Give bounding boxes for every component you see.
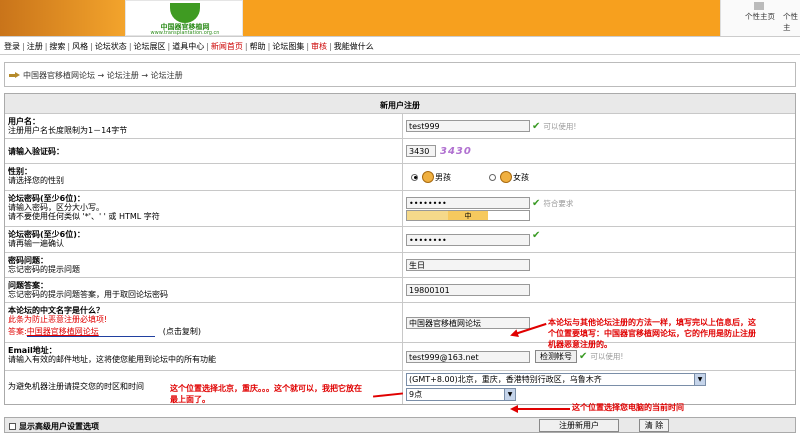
username-hint: 注册用户名长度限制为1－14字节 (8, 126, 128, 135)
email-ok-text: 可以使用! (590, 352, 624, 361)
question-row: 密码问题： 忘记密码的提示问题 生日 (5, 253, 795, 278)
question-hint: 忘记密码的提示问题 (8, 265, 80, 274)
boy-avatar-icon (422, 171, 434, 183)
registration-form: 新用户注册 用户名： 注册用户名长度限制为1－14字节 test999 ✔ 可以使用!… (4, 93, 796, 405)
chevron-down-icon: ▼ (504, 389, 515, 400)
advanced-options-label: 显示高级用户设置选项 (19, 422, 99, 431)
password2-label: 论坛密码(至少6位)： (8, 230, 85, 239)
check-account-button[interactable]: 检测帐号 (535, 350, 577, 363)
username-ok-text: 可以使用! (543, 121, 577, 131)
password2-hint: 请再输一遍确认 (8, 239, 64, 248)
password-row: 论坛密码(至少6位)： 请输入密码，区分大小写。 请不要使用任何类似 '*'、' '… (5, 191, 795, 227)
email-hint: 请输入有效的邮件地址，这将使您能用到论坛中的所有功能 (8, 355, 216, 364)
username-input[interactable]: test999 (406, 120, 530, 132)
annotation-timezone: 这个位置选择北京，重庆。。。这个就可以，我把它放在 最上面了。 (170, 384, 362, 404)
nav-what-can-i-do[interactable]: 我能做什么 (334, 42, 374, 51)
personal-homepage-link[interactable]: 个性主页 (745, 11, 775, 22)
password-ok-text: 符合要求 (543, 198, 574, 208)
annotation-hour: 这个位置选择您电脑的当前时间 (572, 403, 684, 412)
logo-emblem-icon (170, 3, 200, 23)
clear-button[interactable]: 清 除 (639, 419, 669, 432)
breadcrumb-current: 论坛注册 (150, 71, 183, 80)
gender-female-radio[interactable] (489, 173, 496, 181)
forum-name-label: 本论坛的中文名字是什么？ (8, 306, 104, 315)
gender-row: 性别： 请选择您的性别 男孩 女孩 (5, 164, 795, 191)
answer-hint: 忘记密码的提示问题答案，用于取回论坛密码 (8, 290, 168, 299)
nav-search[interactable]: 搜索 (49, 42, 65, 51)
answer-label: 问题答案： (8, 281, 48, 290)
check-icon: ✔ (532, 230, 541, 241)
chevron-down-icon: ▼ (694, 374, 705, 385)
form-footer: 显示高级用户设置选项 注册新用户 清 除 (4, 417, 796, 433)
nav-forum-status[interactable]: 论坛状态 (95, 42, 127, 51)
nav-register[interactable]: 注册 (27, 42, 43, 51)
copy-hint: (点击复制) (162, 327, 201, 336)
password-strength-meter: 中 (406, 210, 530, 221)
timezone-select[interactable]: (GMT+8.00)北京，重庆，香港特别行政区，乌鲁木齐 ▼ (406, 373, 706, 386)
nav-forum-gallery[interactable]: 论坛展区 (134, 42, 166, 51)
banner-right-panel: 个性主页 个性主 (720, 0, 800, 36)
nav-forum-album[interactable]: 论坛图集 (272, 42, 304, 51)
form-title: 新用户注册 (5, 94, 795, 114)
register-submit-button[interactable]: 注册新用户 (539, 419, 619, 432)
homepage-icon[interactable] (754, 2, 764, 10)
girl-avatar-icon (500, 171, 512, 183)
gender-male-label: 男孩 (435, 172, 451, 182)
captcha-label: 请输入验证码： (8, 147, 64, 156)
forum-name-answer-label: 答案: (8, 327, 27, 336)
password-input[interactable]: •••••••• (406, 197, 530, 209)
password-confirm-row: 论坛密码(至少6位)： 请再输一遍确认 •••••••• ✔ (5, 227, 795, 253)
password-strength-label: 中 (447, 211, 489, 220)
password-label: 论坛密码(至少6位)： (8, 194, 85, 203)
gender-label: 性别： (8, 167, 32, 176)
site-logo[interactable]: 中国器官移植网 www.transplantation.org.cn (125, 0, 243, 36)
annotation-arrow-hour (510, 405, 570, 413)
gender-hint: 请选择您的性别 (8, 176, 64, 185)
nav-review[interactable]: 审核 (311, 42, 327, 51)
username-label: 用户名： (8, 117, 40, 126)
password-hint-1: 请输入密码，区分大小写。 (8, 203, 104, 212)
check-icon: ✔ (579, 351, 588, 362)
forum-name-required-note: 此条为防止恶意注册必填项! (8, 315, 108, 324)
password-hint-2: 请不要使用任何类似 '*'、' ' 或 HTML 字符 (8, 212, 160, 221)
forum-name-input[interactable]: 中国器官移植网论坛 (406, 316, 530, 329)
breadcrumb-forum-home[interactable]: 中国器官移植网论坛 (23, 71, 95, 80)
nav-style[interactable]: 风格 (72, 42, 88, 51)
annotation-forum-name: 本论坛与其他论坛注册的方法一样，填写完以上信息后，这 个位置要填写：中国器官移植… (548, 318, 756, 349)
hour-select[interactable]: 9点 ▼ (406, 388, 516, 401)
email-input[interactable]: test999@163.net (406, 350, 530, 363)
breadcrumb-arrow-icon (9, 72, 20, 79)
personal-homepage-link-2[interactable]: 个性主 (783, 11, 800, 33)
nav-item-center[interactable]: 道具中心 (172, 42, 204, 51)
breadcrumb-register[interactable]: 论坛注册 (107, 71, 139, 80)
check-icon: ✔ (532, 120, 541, 132)
question-label: 密码问题： (8, 256, 48, 265)
captcha-input[interactable]: 3430 (406, 145, 436, 157)
question-input[interactable]: 生日 (406, 259, 530, 271)
banner-left-graphic (0, 0, 125, 36)
advanced-options-checkbox[interactable] (9, 423, 16, 430)
gender-female-label: 女孩 (513, 172, 529, 182)
top-nav: 登录 | 注册 | 搜索 | 风格 | 论坛状态 | 论坛展区 | 道具中心 | 新闻首页 | 帮助 | 论坛图集 |… (0, 36, 800, 55)
captcha-image[interactable]: 3430 (440, 144, 471, 158)
check-icon: ✔ (532, 197, 541, 209)
username-row: 用户名： 注册用户名长度限制为1－14字节 test999 ✔ 可以使用! (5, 114, 795, 139)
timezone-value: (GMT+8.00)北京，重庆，香港特别行政区，乌鲁木齐 (409, 375, 602, 384)
forum-name-answer-link[interactable]: 中国器官移植网论坛 (26, 327, 155, 337)
answer-input[interactable]: 19800101 (406, 284, 530, 296)
password-confirm-input[interactable]: •••••••• (406, 233, 530, 246)
captcha-row: 请输入验证码： 3430 3430 (5, 139, 795, 164)
hour-value: 9点 (409, 390, 423, 399)
breadcrumb: 中国器官移植网论坛 → 论坛注册 → 论坛注册 (4, 62, 796, 87)
answer-row: 问题答案： 忘记密码的提示问题答案，用于取回论坛密码 19800101 (5, 278, 795, 303)
email-label: Email地址： (8, 346, 57, 355)
nav-news-home[interactable]: 新闻首页 (211, 42, 243, 51)
gender-male-radio[interactable] (411, 173, 418, 181)
nav-help[interactable]: 帮助 (250, 42, 266, 51)
nav-login[interactable]: 登录 (4, 42, 20, 51)
site-banner: 中国器官移植网 www.transplantation.org.cn 个性主页 … (0, 0, 800, 36)
timezone-row: 为避免机器注册请提交您的时区和时间 (GMT+8.00)北京，重庆，香港特别行政… (5, 371, 795, 404)
